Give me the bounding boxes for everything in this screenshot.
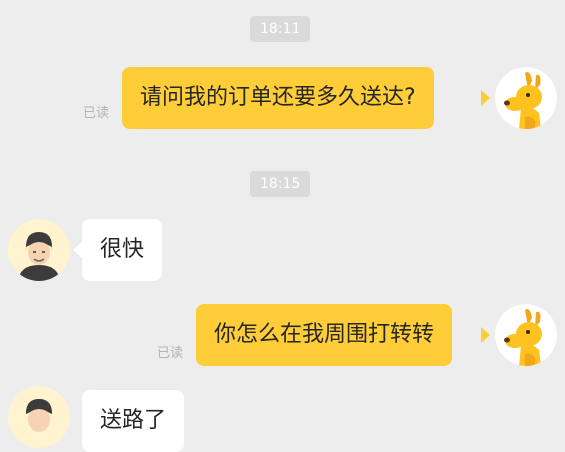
kangaroo-avatar-icon[interactable] bbox=[495, 304, 557, 366]
message-text: 请问我的订单还要多久送达? bbox=[140, 85, 416, 110]
read-status: 已读 bbox=[83, 106, 110, 121]
read-status: 已读 bbox=[157, 346, 184, 361]
message-text: 你怎么在我周围打转转 bbox=[214, 322, 435, 347]
timestamp: 18:11 bbox=[250, 16, 311, 42]
rider-avatar-icon[interactable] bbox=[8, 219, 70, 281]
bubble-tail bbox=[73, 242, 82, 258]
message-bubble-incoming[interactable]: 很快 bbox=[82, 219, 163, 281]
bubble-tail bbox=[481, 90, 490, 106]
message-bubble-outgoing[interactable]: 请问我的订单还要多久送达? bbox=[122, 67, 434, 129]
message-text: 送路了 bbox=[100, 408, 167, 433]
chat-thread: 18:11 已读 请问我的订单还要多久送达? 18:15 很快 已读 你怎么在我… bbox=[0, 0, 565, 452]
rider-avatar-icon[interactable] bbox=[8, 386, 70, 448]
message-bubble-incoming[interactable]: 送路了 bbox=[82, 390, 185, 452]
message-text: 很快 bbox=[100, 237, 145, 262]
timestamp: 18:15 bbox=[250, 171, 311, 197]
kangaroo-avatar-icon[interactable] bbox=[495, 67, 557, 129]
bubble-tail bbox=[481, 327, 490, 343]
message-bubble-outgoing[interactable]: 你怎么在我周围打转转 bbox=[196, 304, 453, 366]
